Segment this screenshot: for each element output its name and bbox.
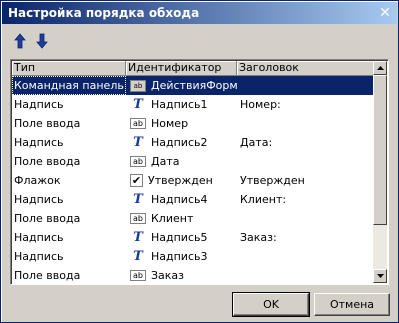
scroll-down-icon <box>376 274 384 278</box>
scroll-thumb[interactable] <box>373 75 387 225</box>
table-row[interactable]: Надпись T Надпись2 Дата: <box>12 133 376 152</box>
title-bar[interactable]: Настройка порядка обхода ✕ <box>2 2 397 24</box>
cell-identifier: ab ДействияФормы <box>126 76 237 95</box>
input-field-icon: ab <box>130 270 146 281</box>
label-icon: T <box>133 192 143 207</box>
arrow-up-icon <box>14 33 26 49</box>
column-header-type[interactable]: Тип <box>12 61 126 76</box>
cell-type: Командная панель <box>12 76 126 95</box>
grid-header: Тип Идентификатор Заголовок <box>12 61 376 76</box>
cell-identifier-text: Номер <box>151 117 189 130</box>
input-field-icon: ab <box>130 118 146 129</box>
table-row[interactable]: Поле ввода ab Клиент <box>12 209 376 228</box>
cell-title <box>237 152 376 171</box>
table-row[interactable]: Надпись T Надпись4 Клиент: <box>12 190 376 209</box>
table-row[interactable]: Командная панель ab ДействияФормы <box>12 76 376 95</box>
label-icon: T <box>133 135 143 150</box>
grid-rows: Командная панель ab ДействияФормы Надпись T Н… <box>12 76 376 284</box>
cell-type: Надпись <box>14 250 64 263</box>
cell-title: Дата: <box>240 136 273 149</box>
input-field-icon: ab <box>130 156 146 167</box>
table-row[interactable]: Поле ввода ab Дата <box>12 152 376 171</box>
table-row[interactable]: Флажок ✔ Утвержден Утвержден <box>12 171 376 190</box>
vertical-scrollbar[interactable] <box>373 61 387 283</box>
scroll-down-button[interactable] <box>373 269 387 283</box>
cell-identifier-text: Дата <box>151 155 180 168</box>
column-header-identifier[interactable]: Идентификатор <box>126 61 237 76</box>
table-row[interactable]: Надпись T Надпись1 Номер: <box>12 95 376 114</box>
toolbar <box>11 31 51 51</box>
cell-identifier-text: Надпись2 <box>151 136 208 149</box>
cell-identifier: T Надпись3 <box>126 247 237 266</box>
label-icon: T <box>133 97 143 112</box>
checkbox-icon: ✔ <box>130 174 143 187</box>
cell-type: Надпись <box>14 231 64 244</box>
cell-title <box>237 76 376 95</box>
cell-identifier-text: Клиент <box>151 212 194 225</box>
cell-identifier: T Надпись5 <box>126 228 237 247</box>
scroll-up-button[interactable] <box>373 61 387 75</box>
label-icon: T <box>133 249 143 264</box>
dialog-window: Настройка порядка обхода ✕ Тип Идентифик… <box>0 0 399 323</box>
cell-title: Заказ: <box>240 231 277 244</box>
cell-title <box>237 114 376 133</box>
cell-identifier-text: Надпись4 <box>151 193 208 206</box>
tab-order-grid[interactable]: Тип Идентификатор Заголовок Командная па… <box>10 59 389 285</box>
close-icon[interactable]: ✕ <box>377 5 393 21</box>
cell-type: Поле ввода <box>14 269 81 282</box>
window-title: Настройка порядка обхода <box>8 6 200 20</box>
cell-type: Флажок <box>14 174 61 187</box>
cell-identifier-text: Надпись3 <box>151 250 208 263</box>
cell-title <box>237 247 376 266</box>
cell-type: Поле ввода <box>14 155 81 168</box>
cell-title <box>237 209 376 228</box>
cell-identifier: T Надпись4 <box>126 190 237 209</box>
move-down-button[interactable] <box>33 31 51 51</box>
table-row[interactable]: Надпись T Надпись3 <box>12 247 376 266</box>
cell-identifier-text: Заказ <box>151 269 185 282</box>
label-icon: T <box>133 230 143 245</box>
cell-title: Клиент: <box>240 193 287 206</box>
cell-identifier: T Надпись2 <box>126 133 237 152</box>
cell-type: Поле ввода <box>14 117 81 130</box>
cell-identifier: ab Клиент <box>126 209 237 228</box>
ok-button[interactable]: OK <box>232 292 310 317</box>
scroll-up-icon <box>376 66 384 70</box>
table-row[interactable]: Поле ввода ab Номер <box>12 114 376 133</box>
move-up-button[interactable] <box>11 31 29 51</box>
cell-identifier: ✔ Утвержден <box>126 171 237 190</box>
cell-identifier: ab Номер <box>126 114 237 133</box>
cell-identifier-text: Надпись5 <box>151 231 208 244</box>
cell-title <box>237 266 376 284</box>
cell-type: Надпись <box>14 98 64 111</box>
cancel-button[interactable]: Отмена <box>314 293 390 316</box>
command-panel-icon: ab <box>130 79 146 92</box>
cell-type: Надпись <box>14 136 64 149</box>
cell-title: Номер: <box>240 98 281 111</box>
cell-identifier-text: Надпись1 <box>151 98 208 111</box>
table-row[interactable]: Поле ввода ab Заказ <box>12 266 376 284</box>
arrow-down-icon <box>36 33 48 49</box>
cell-type: Надпись <box>14 193 64 206</box>
cell-identifier: ab Заказ <box>126 266 237 284</box>
cell-identifier-text: ДействияФормы <box>151 79 237 92</box>
cell-identifier: ab Дата <box>126 152 237 171</box>
cell-identifier: T Надпись1 <box>126 95 237 114</box>
cell-type: Поле ввода <box>14 212 81 225</box>
table-row[interactable]: Надпись T Надпись5 Заказ: <box>12 228 376 247</box>
input-field-icon: ab <box>130 213 146 224</box>
cell-identifier-text: Утвержден <box>148 174 213 187</box>
cell-title: Утвержден <box>240 174 305 187</box>
column-header-title[interactable]: Заголовок <box>237 61 376 76</box>
